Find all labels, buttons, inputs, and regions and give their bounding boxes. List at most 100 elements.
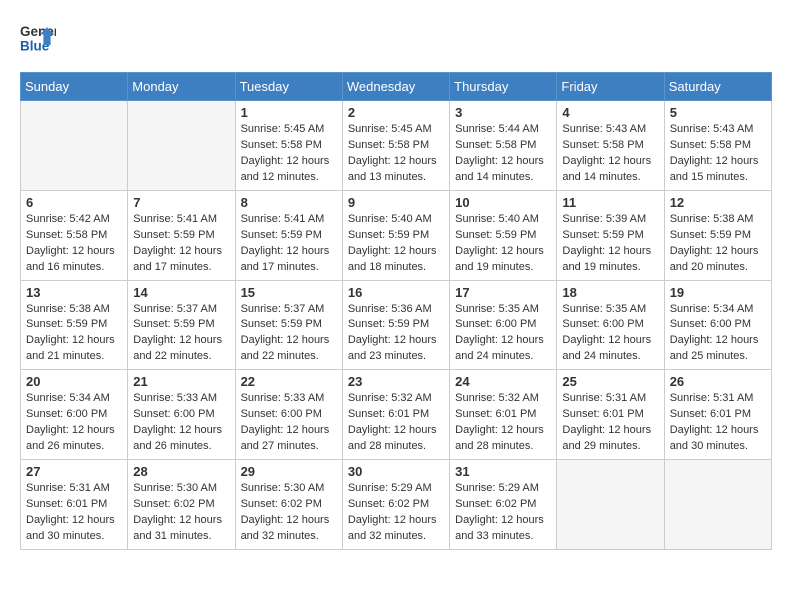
day-number: 9 <box>348 195 444 210</box>
calendar-week-row: 1Sunrise: 5:45 AM Sunset: 5:58 PM Daylig… <box>21 101 772 191</box>
calendar-cell: 16 Sunrise: 5:36 AM Sunset: 5:59 PM Dayli… <box>342 280 449 370</box>
weekday-header: Thursday <box>450 73 557 101</box>
day-number: 12 <box>670 195 766 210</box>
calendar-cell: 7 Sunrise: 5:41 AM Sunset: 5:59 PM Daylig… <box>128 190 235 280</box>
day-number: 23 <box>348 374 444 389</box>
calendar-cell: 9 Sunrise: 5:40 AM Sunset: 5:59 PM Daylig… <box>342 190 449 280</box>
day-number: 25 <box>562 374 658 389</box>
calendar-week-row: 27 Sunrise: 5:31 AM Sunset: 6:01 PM Dayli… <box>21 460 772 550</box>
calendar-cell: 3Sunrise: 5:44 AM Sunset: 5:58 PM Daylig… <box>450 101 557 191</box>
calendar-cell <box>21 101 128 191</box>
day-info: Sunrise: 5:32 AM Sunset: 6:01 PM Dayligh… <box>455 391 551 455</box>
weekday-header: Monday <box>128 73 235 101</box>
day-info: Sunrise: 5:37 AM Sunset: 5:59 PM Dayligh… <box>241 302 337 366</box>
day-info: Sunrise: 5:45 AM Sunset: 5:58 PM Dayligh… <box>348 122 444 186</box>
day-number: 10 <box>455 195 551 210</box>
day-number: 6 <box>26 195 122 210</box>
day-info: Sunrise: 5:29 AM Sunset: 6:02 PM Dayligh… <box>348 481 444 545</box>
calendar-cell: 30 Sunrise: 5:29 AM Sunset: 6:02 PM Dayli… <box>342 460 449 550</box>
calendar-cell: 13 Sunrise: 5:38 AM Sunset: 5:59 PM Dayli… <box>21 280 128 370</box>
day-number: 26 <box>670 374 766 389</box>
day-info: Sunrise: 5:34 AM Sunset: 6:00 PM Dayligh… <box>670 302 766 366</box>
calendar-cell: 1Sunrise: 5:45 AM Sunset: 5:58 PM Daylig… <box>235 101 342 191</box>
calendar-cell: 27 Sunrise: 5:31 AM Sunset: 6:01 PM Dayli… <box>21 460 128 550</box>
day-number: 22 <box>241 374 337 389</box>
day-info: Sunrise: 5:30 AM Sunset: 6:02 PM Dayligh… <box>241 481 337 545</box>
page-header: General Blue <box>20 20 772 56</box>
day-number: 13 <box>26 285 122 300</box>
calendar-cell: 10 Sunrise: 5:40 AM Sunset: 5:59 PM Dayli… <box>450 190 557 280</box>
day-info: Sunrise: 5:32 AM Sunset: 6:01 PM Dayligh… <box>348 391 444 455</box>
calendar-body: 1Sunrise: 5:45 AM Sunset: 5:58 PM Daylig… <box>21 101 772 550</box>
weekday-header: Tuesday <box>235 73 342 101</box>
day-number: 31 <box>455 464 551 479</box>
day-number: 30 <box>348 464 444 479</box>
day-info: Sunrise: 5:37 AM Sunset: 5:59 PM Dayligh… <box>133 302 229 366</box>
weekday-header: Saturday <box>664 73 771 101</box>
calendar-cell: 24 Sunrise: 5:32 AM Sunset: 6:01 PM Dayli… <box>450 370 557 460</box>
day-number: 17 <box>455 285 551 300</box>
calendar-cell <box>664 460 771 550</box>
calendar-cell: 18Sunrise: 5:35 AM Sunset: 6:00 PM Dayli… <box>557 280 664 370</box>
day-info: Sunrise: 5:42 AM Sunset: 5:58 PM Dayligh… <box>26 212 122 276</box>
day-info: Sunrise: 5:43 AM Sunset: 5:58 PM Dayligh… <box>670 122 766 186</box>
calendar-cell: 15Sunrise: 5:37 AM Sunset: 5:59 PM Dayli… <box>235 280 342 370</box>
calendar-cell: 14 Sunrise: 5:37 AM Sunset: 5:59 PM Dayli… <box>128 280 235 370</box>
day-info: Sunrise: 5:30 AM Sunset: 6:02 PM Dayligh… <box>133 481 229 545</box>
day-info: Sunrise: 5:44 AM Sunset: 5:58 PM Dayligh… <box>455 122 551 186</box>
calendar-cell <box>557 460 664 550</box>
day-info: Sunrise: 5:38 AM Sunset: 5:59 PM Dayligh… <box>26 302 122 366</box>
weekday-header: Wednesday <box>342 73 449 101</box>
day-info: Sunrise: 5:40 AM Sunset: 5:59 PM Dayligh… <box>348 212 444 276</box>
day-info: Sunrise: 5:36 AM Sunset: 5:59 PM Dayligh… <box>348 302 444 366</box>
calendar-cell: 20Sunrise: 5:34 AM Sunset: 6:00 PM Dayli… <box>21 370 128 460</box>
day-number: 29 <box>241 464 337 479</box>
day-number: 24 <box>455 374 551 389</box>
calendar-cell: 21Sunrise: 5:33 AM Sunset: 6:00 PM Dayli… <box>128 370 235 460</box>
weekday-header: Friday <box>557 73 664 101</box>
day-info: Sunrise: 5:39 AM Sunset: 5:59 PM Dayligh… <box>562 212 658 276</box>
day-info: Sunrise: 5:41 AM Sunset: 5:59 PM Dayligh… <box>241 212 337 276</box>
day-number: 7 <box>133 195 229 210</box>
day-info: Sunrise: 5:31 AM Sunset: 6:01 PM Dayligh… <box>26 481 122 545</box>
calendar-cell: 31 Sunrise: 5:29 AM Sunset: 6:02 PM Dayli… <box>450 460 557 550</box>
calendar-cell: 5 Sunrise: 5:43 AM Sunset: 5:58 PM Daylig… <box>664 101 771 191</box>
calendar-cell: 19 Sunrise: 5:34 AM Sunset: 6:00 PM Dayli… <box>664 280 771 370</box>
logo-icon: General Blue <box>20 20 56 56</box>
calendar-cell: 12 Sunrise: 5:38 AM Sunset: 5:59 PM Dayli… <box>664 190 771 280</box>
day-info: Sunrise: 5:34 AM Sunset: 6:00 PM Dayligh… <box>26 391 122 455</box>
calendar-cell: 25Sunrise: 5:31 AM Sunset: 6:01 PM Dayli… <box>557 370 664 460</box>
day-info: Sunrise: 5:38 AM Sunset: 5:59 PM Dayligh… <box>670 212 766 276</box>
day-number: 14 <box>133 285 229 300</box>
calendar-cell: 8 Sunrise: 5:41 AM Sunset: 5:59 PM Daylig… <box>235 190 342 280</box>
day-info: Sunrise: 5:40 AM Sunset: 5:59 PM Dayligh… <box>455 212 551 276</box>
calendar-cell: 22 Sunrise: 5:33 AM Sunset: 6:00 PM Dayli… <box>235 370 342 460</box>
day-number: 27 <box>26 464 122 479</box>
day-number: 5 <box>670 105 766 120</box>
day-number: 19 <box>670 285 766 300</box>
day-info: Sunrise: 5:29 AM Sunset: 6:02 PM Dayligh… <box>455 481 551 545</box>
day-number: 4 <box>562 105 658 120</box>
day-info: Sunrise: 5:45 AM Sunset: 5:58 PM Dayligh… <box>241 122 337 186</box>
day-number: 2 <box>348 105 444 120</box>
day-info: Sunrise: 5:41 AM Sunset: 5:59 PM Dayligh… <box>133 212 229 276</box>
calendar-header-row: SundayMondayTuesdayWednesdayThursdayFrid… <box>21 73 772 101</box>
calendar-cell: 2 Sunrise: 5:45 AM Sunset: 5:58 PM Daylig… <box>342 101 449 191</box>
weekday-header: Sunday <box>21 73 128 101</box>
day-info: Sunrise: 5:33 AM Sunset: 6:00 PM Dayligh… <box>241 391 337 455</box>
day-number: 8 <box>241 195 337 210</box>
day-number: 18 <box>562 285 658 300</box>
day-number: 21 <box>133 374 229 389</box>
calendar-cell: 26 Sunrise: 5:31 AM Sunset: 6:01 PM Dayli… <box>664 370 771 460</box>
calendar-cell: 11 Sunrise: 5:39 AM Sunset: 5:59 PM Dayli… <box>557 190 664 280</box>
calendar-table: SundayMondayTuesdayWednesdayThursdayFrid… <box>20 72 772 550</box>
day-number: 16 <box>348 285 444 300</box>
calendar-week-row: 20Sunrise: 5:34 AM Sunset: 6:00 PM Dayli… <box>21 370 772 460</box>
day-info: Sunrise: 5:31 AM Sunset: 6:01 PM Dayligh… <box>670 391 766 455</box>
day-info: Sunrise: 5:43 AM Sunset: 5:58 PM Dayligh… <box>562 122 658 186</box>
calendar-week-row: 13 Sunrise: 5:38 AM Sunset: 5:59 PM Dayli… <box>21 280 772 370</box>
day-number: 11 <box>562 195 658 210</box>
calendar-cell: 23 Sunrise: 5:32 AM Sunset: 6:01 PM Dayli… <box>342 370 449 460</box>
calendar-cell: 17Sunrise: 5:35 AM Sunset: 6:00 PM Dayli… <box>450 280 557 370</box>
calendar-cell: 29 Sunrise: 5:30 AM Sunset: 6:02 PM Dayli… <box>235 460 342 550</box>
